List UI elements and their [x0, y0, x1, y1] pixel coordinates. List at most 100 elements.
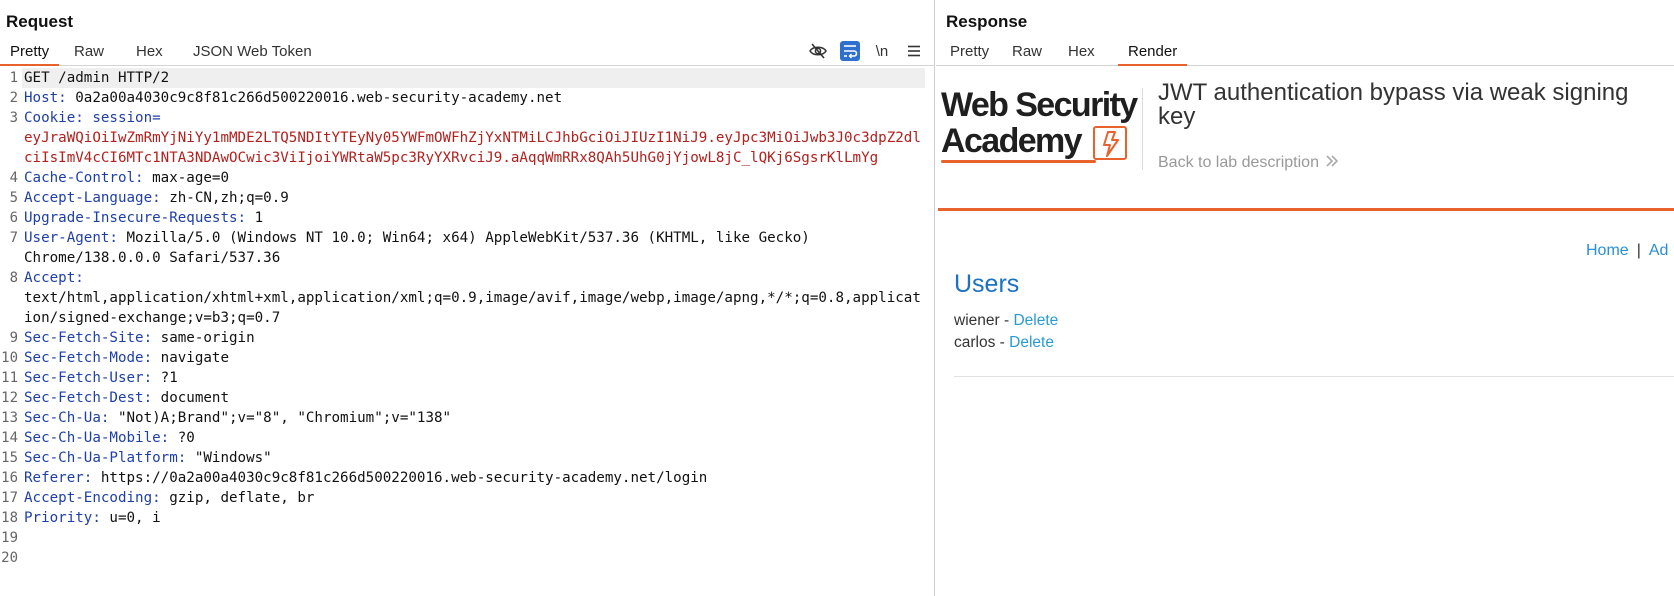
- header-value: text/html,application/xhtml+xml,applicat…: [24, 290, 921, 326]
- user-separator: -: [995, 334, 1010, 351]
- request-line-16: 16 Referer: https://0a2a00a4030c9c8f81c2…: [0, 468, 935, 488]
- rendered-lab-header: Web Security Academy JWT authentication …: [936, 68, 1674, 211]
- request-line-18: 18 Priority: u=0, i: [0, 508, 935, 528]
- line-number: 1: [9, 70, 18, 86]
- line-number: 12: [1, 390, 18, 406]
- request-line-9: 9 Sec-Fetch-Site: same-origin: [0, 328, 935, 348]
- request-line-5: 5 Accept-Language: zh-CN,zh;q=0.9: [0, 188, 935, 208]
- user-name: carlos: [954, 334, 996, 351]
- line-number: 14: [1, 430, 18, 446]
- lightning-bolt-icon: [1093, 126, 1127, 160]
- header-value: max-age=0: [143, 170, 230, 186]
- line-number: 9: [9, 330, 18, 346]
- request-title: Request: [6, 12, 74, 31]
- request-line-10: 10 Sec-Fetch-Mode: navigate: [0, 348, 935, 368]
- line-number: 17: [1, 490, 18, 506]
- nav-admin-link[interactable]: Ad: [1649, 242, 1669, 259]
- word-wrap-icon[interactable]: [840, 41, 860, 61]
- request-tab-raw[interactable]: Raw: [64, 42, 114, 66]
- header-name: Cookie:: [24, 110, 84, 126]
- line-number: 11: [1, 370, 18, 386]
- users-heading: Users: [954, 270, 1020, 298]
- request-line-14: 14 Sec-Ch-Ua-Mobile: ?0: [0, 428, 935, 448]
- request-tab-pretty[interactable]: Pretty: [0, 42, 60, 66]
- header-value: zh-CN,zh;q=0.9: [160, 190, 289, 206]
- header-name: Accept:: [24, 270, 84, 286]
- header-value: https://0a2a00a4030c9c8f81c266d500220016…: [92, 470, 708, 486]
- header-name: Priority:: [24, 510, 101, 526]
- request-line-4: 4 Cache-Control: max-age=0: [0, 168, 935, 188]
- response-panel: Response Pretty Raw Hex Render Web Secur…: [936, 0, 1674, 596]
- double-chevron-right-icon: [1325, 154, 1339, 172]
- header-value: "Not)A;Brand";v="8", "Chromium";v="138": [109, 410, 452, 426]
- request-line-11: 11 Sec-Fetch-User: ?1: [0, 368, 935, 388]
- header-name: Sec-Ch-Ua:: [24, 410, 110, 426]
- header-value: navigate: [152, 350, 229, 366]
- line-number: 16: [1, 470, 18, 486]
- header-name: Host:: [24, 90, 67, 106]
- web-security-academy-logo[interactable]: Web Security Academy: [941, 86, 1138, 176]
- user-row-wiener: wiener - Delete: [954, 312, 1058, 330]
- header-name: Sec-Fetch-Mode:: [24, 350, 153, 366]
- line-number: 10: [1, 350, 18, 366]
- request-line-19: 19: [0, 528, 935, 548]
- newline-toggle[interactable]: \n: [872, 41, 892, 61]
- header-value: 0a2a00a4030c9c8f81c266d500220016.web-sec…: [66, 90, 563, 106]
- response-tabbar: Pretty Raw Hex Render: [936, 40, 1674, 66]
- line-number: 19: [1, 530, 18, 546]
- header-value: u=0, i: [100, 510, 161, 526]
- line-number: 4: [9, 170, 18, 186]
- request-line-8: 8 Accept: text/html,application/xhtml+xm…: [0, 268, 935, 328]
- response-tab-pretty[interactable]: Pretty: [940, 42, 999, 66]
- logo-text-line2: Academy: [941, 122, 1083, 160]
- header-value: Mozilla/5.0 (Windows NT 10.0; Win64; x64…: [24, 230, 810, 266]
- line-number: 6: [9, 210, 18, 226]
- header-divider: [1142, 88, 1143, 170]
- request-line-text: GET /admin HTTP/2: [24, 70, 170, 86]
- user-row-carlos: carlos - Delete: [954, 334, 1054, 352]
- header-value: gzip, deflate, br: [160, 490, 315, 506]
- line-number: 7: [9, 230, 18, 246]
- request-line-3: 3 Cookie: session= eyJraWQiOiIwZmRmYjNiYy…: [0, 108, 935, 168]
- eye-off-icon[interactable]: [808, 41, 828, 61]
- response-title: Response: [946, 12, 1028, 31]
- cookie-value-jwt: eyJraWQiOiIwZmRmYjNiYy1mMDE2LTQ5NDItYTEy…: [24, 130, 921, 166]
- hamburger-menu-icon[interactable]: [904, 41, 924, 61]
- back-to-lab-description-link[interactable]: Back to lab description: [1158, 154, 1339, 172]
- response-tab-raw[interactable]: Raw: [1002, 42, 1052, 66]
- nav-separator: |: [1636, 242, 1641, 259]
- delete-carlos-link[interactable]: Delete: [1009, 334, 1054, 351]
- header-name: Sec-Fetch-Dest:: [24, 390, 153, 406]
- request-line-7: 7 User-Agent: Mozilla/5.0 (Windows NT 10…: [0, 228, 935, 268]
- header-name: Upgrade-Insecure-Requests:: [24, 210, 247, 226]
- logo-text-line1: Web Security: [941, 86, 1138, 124]
- cookie-name: session=: [83, 110, 161, 126]
- header-value: same-origin: [152, 330, 255, 346]
- line-number: 20: [1, 550, 18, 566]
- line-number: 13: [1, 410, 18, 426]
- header-name: Sec-Ch-Ua-Mobile:: [24, 430, 170, 446]
- nav-home-link[interactable]: Home: [1586, 242, 1629, 259]
- header-value: "Windows": [186, 450, 272, 466]
- request-line-15: 15 Sec-Ch-Ua-Platform: "Windows": [0, 448, 935, 468]
- header-value: ?1: [152, 370, 178, 386]
- request-toolbar: \n: [808, 40, 924, 62]
- lab-top-nav: Home | Ad: [1586, 242, 1668, 260]
- line-number: 18: [1, 510, 18, 526]
- request-editor[interactable]: 1 GET /admin HTTP/2 2 Host: 0a2a00a4030c…: [0, 68, 935, 568]
- request-tab-hex[interactable]: Hex: [126, 42, 173, 66]
- line-number: 5: [9, 190, 18, 206]
- back-link-label: Back to lab description: [1158, 154, 1319, 171]
- line-number: 3: [9, 110, 18, 126]
- header-value: ?0: [169, 430, 195, 446]
- line-number: 8: [9, 270, 18, 286]
- header-value: 1: [246, 210, 264, 226]
- header-name: Accept-Language:: [24, 190, 161, 206]
- header-name: User-Agent:: [24, 230, 118, 246]
- header-name: Sec-Fetch-User:: [24, 370, 153, 386]
- request-tab-json-web-token[interactable]: JSON Web Token: [183, 42, 322, 66]
- response-tab-render[interactable]: Render: [1118, 42, 1188, 66]
- response-tab-hex[interactable]: Hex: [1058, 42, 1105, 66]
- delete-wiener-link[interactable]: Delete: [1013, 312, 1058, 329]
- user-name: wiener: [954, 312, 1000, 329]
